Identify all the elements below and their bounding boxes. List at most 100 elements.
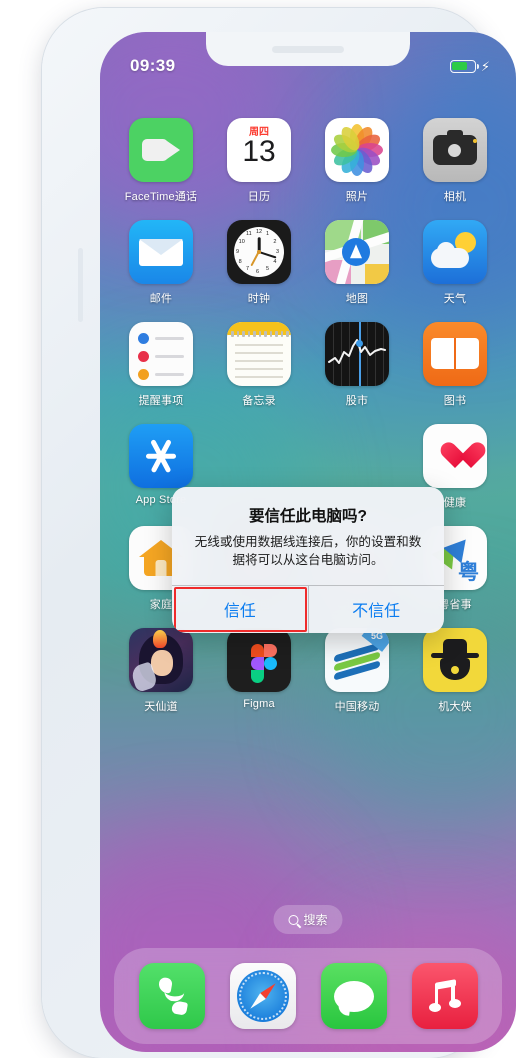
app-label: FaceTime通话	[124, 191, 198, 203]
app-grid: FaceTime通话 周四 13 日历 照片 相机 邮件 1 2 3 4 5 6…	[100, 118, 516, 730]
app-label: 健康	[443, 497, 467, 509]
app-label: 股市	[345, 395, 369, 407]
app-label: 天气	[443, 293, 467, 305]
weather-icon[interactable]	[423, 220, 487, 284]
camera-icon[interactable]	[423, 118, 487, 182]
health-icon[interactable]	[423, 424, 487, 488]
app-row: 提醒事项 备忘录 股市 图书	[122, 322, 494, 408]
app-weather[interactable]: 天气	[416, 220, 494, 306]
clock-hand	[250, 251, 260, 267]
music-icon[interactable]	[411, 963, 478, 1029]
search-label: 搜索	[303, 913, 328, 927]
china-mobile-icon[interactable]: 5G	[325, 628, 389, 692]
reminders-icon[interactable]	[129, 322, 193, 386]
app-label: 家庭	[149, 599, 173, 611]
notes-spiral	[236, 331, 239, 337]
app-label: 相机	[443, 191, 467, 203]
app-label: 日历	[247, 191, 271, 203]
notes-rule-line	[235, 368, 283, 370]
app-photos[interactable]: 照片	[318, 118, 396, 204]
app-tianxiandao[interactable]: 天仙道	[122, 628, 200, 714]
trust-this-computer-dialog: 要信任此电脑吗? 无线或使用数据线连接后，你的设置和数据将可以从这台电脑访问。 …	[172, 487, 444, 633]
battery-icon	[449, 59, 479, 73]
earpiece-speaker	[272, 46, 344, 53]
app-stocks[interactable]: 股市	[318, 322, 396, 408]
battery-fill	[452, 61, 468, 71]
app-maps[interactable]: 地图	[318, 220, 396, 306]
app-china-mobile[interactable]: 5G 中国移动	[318, 628, 396, 714]
notes-rule-line	[235, 376, 283, 378]
notes-rule-line	[235, 344, 283, 346]
notes-spiral	[231, 331, 234, 337]
app-figma[interactable]: Figma	[220, 628, 298, 714]
trust-button-label: 信任	[223, 602, 256, 620]
app-jidaxia[interactable]: 机大侠	[416, 628, 494, 714]
app-label: 中国移动	[334, 701, 380, 713]
clock-numeral: 12	[256, 228, 263, 235]
app-label: 邮件	[149, 293, 173, 305]
app-label: 照片	[345, 191, 369, 203]
side-button[interactable]	[78, 248, 83, 322]
clock-numeral: 2	[273, 238, 277, 245]
phone-icon[interactable]	[138, 963, 205, 1029]
stocks-icon[interactable]	[325, 322, 389, 386]
app-label: 天仙道	[144, 701, 178, 713]
tianxiandao-icon[interactable]	[129, 628, 193, 692]
app-facetime[interactable]: FaceTime通话	[122, 118, 200, 204]
status-time: 09:39	[130, 56, 176, 75]
app-mail[interactable]: 邮件	[122, 220, 200, 306]
notes-spiral	[269, 331, 272, 337]
app-clock[interactable]: 1 2 3 4 5 6 7 8 9 10 11 12 时钟	[220, 220, 298, 306]
dont-trust-button-label: 不信任	[352, 602, 401, 620]
notes-spiral	[275, 331, 278, 337]
app-notes[interactable]: 备忘录	[220, 322, 298, 408]
calendar-icon[interactable]: 周四 13	[227, 118, 291, 182]
mail-icon[interactable]	[129, 220, 193, 284]
facetime-icon[interactable]	[129, 118, 193, 182]
calendar-day: 13	[242, 135, 276, 168]
clock-numeral: 8	[238, 258, 242, 265]
maps-icon[interactable]	[325, 220, 389, 284]
clock-hand	[258, 250, 277, 259]
notes-spiral	[242, 331, 245, 337]
photos-icon[interactable]	[325, 118, 389, 182]
app-label: 图书	[443, 395, 467, 407]
clock-numeral: 7	[246, 265, 250, 272]
messages-icon[interactable]	[320, 963, 387, 1029]
jidaxia-icon[interactable]	[423, 628, 487, 692]
dialog-buttons: 信任 不信任	[172, 584, 444, 633]
app-label: 提醒事项	[138, 395, 184, 407]
app-label: 机大侠	[438, 701, 472, 713]
dialog-message: 无线或使用数据线连接后，你的设置和数据将可以从这台电脑访问。	[194, 535, 422, 568]
app-label: 地图	[345, 293, 369, 305]
clock-numeral: 11	[246, 231, 252, 238]
clock-center-pin	[257, 250, 261, 254]
app-calendar[interactable]: 周四 13 日历	[220, 118, 298, 204]
notes-spiral	[253, 331, 256, 337]
clock-numeral: 3	[276, 248, 280, 255]
dont-trust-button[interactable]: 不信任	[308, 586, 444, 633]
battery-tip	[476, 64, 479, 70]
dialog-title: 要信任此电脑吗?	[249, 508, 367, 525]
notes-spiral	[280, 331, 283, 337]
clock-icon[interactable]: 1 2 3 4 5 6 7 8 9 10 11 12	[227, 220, 291, 284]
search-pill[interactable]: 搜索	[273, 905, 343, 934]
app-row: 天仙道 Figma 5G 中国移动 机大侠	[122, 628, 494, 714]
app-store-icon[interactable]	[129, 424, 193, 488]
clock-numeral: 5	[266, 265, 270, 272]
safari-icon[interactable]	[229, 963, 296, 1029]
app-label: 备忘录	[242, 395, 276, 407]
notes-icon[interactable]	[227, 322, 291, 386]
phone-screen: 09:39 ⚡ FaceTime通话 周四 13 日历 照片 相机 邮件 1 2…	[100, 32, 516, 1052]
app-label: Figma	[243, 698, 275, 710]
app-reminders[interactable]: 提醒事项	[122, 322, 200, 408]
notes-spiral	[247, 331, 250, 337]
books-icon[interactable]	[423, 322, 487, 386]
notes-spiral	[258, 331, 261, 337]
figma-icon[interactable]	[227, 628, 291, 692]
app-row: FaceTime通话 周四 13 日历 照片 相机	[122, 118, 494, 204]
notes-rule-line	[235, 360, 283, 362]
trust-button[interactable]: 信任	[172, 586, 308, 633]
app-books[interactable]: 图书	[416, 322, 494, 408]
app-camera[interactable]: 相机	[416, 118, 494, 204]
